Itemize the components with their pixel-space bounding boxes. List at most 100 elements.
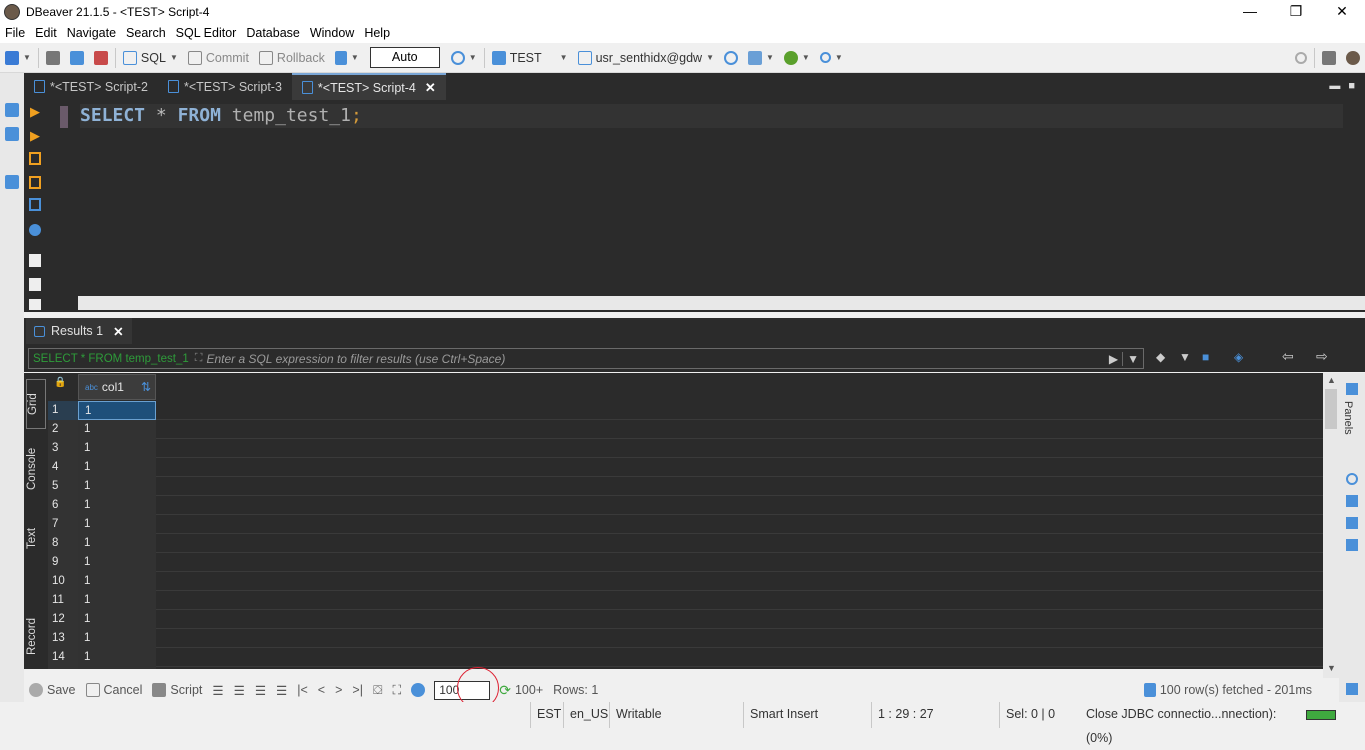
minimize-editor-icon[interactable]: ▬ xyxy=(1329,80,1348,100)
table-row[interactable]: 71 xyxy=(48,515,1323,534)
invalidate-button[interactable] xyxy=(65,47,89,69)
filter-settings-icon[interactable]: ■ xyxy=(1202,350,1209,364)
dbeaver-perspective-button[interactable] xyxy=(1341,47,1365,69)
fetch-all-button[interactable]: ⛶ xyxy=(387,683,406,698)
search-tool-button[interactable]: ▼ xyxy=(815,47,848,69)
tab-script-2[interactable]: *<TEST> Script-2 xyxy=(24,73,158,100)
cancel-button[interactable]: Cancel xyxy=(81,683,148,697)
schema-selector[interactable]: usr_senthidx@gdw ▼ xyxy=(573,47,719,69)
table-row[interactable]: 31 xyxy=(48,439,1323,458)
sql-editor-button[interactable]: SQL ▼ xyxy=(118,47,183,69)
row-number[interactable]: 6 xyxy=(48,496,78,515)
table-cell[interactable]: 1 xyxy=(78,515,156,534)
export-button[interactable]: ▼ xyxy=(743,47,779,69)
refresh-button[interactable]: ⟳ 100+ xyxy=(494,682,548,699)
global-search-button[interactable] xyxy=(1290,47,1312,69)
filter-input[interactable]: SELECT * FROM temp_test_1 ⛶ Enter a SQL … xyxy=(28,348,1144,369)
tab-results-1[interactable]: Results 1 ✕ xyxy=(26,318,132,344)
previous-button[interactable]: < xyxy=(313,683,330,697)
bug-button[interactable]: ▼ xyxy=(779,47,815,69)
datasource-selector[interactable]: TEST ▼ xyxy=(487,47,573,69)
table-row[interactable]: 51 xyxy=(48,477,1323,496)
row-number[interactable]: 8 xyxy=(48,534,78,553)
row-number[interactable]: 5 xyxy=(48,477,78,496)
tab-record[interactable]: Record xyxy=(26,613,46,659)
load-plan-icon[interactable] xyxy=(29,224,41,236)
table-row[interactable]: 91 xyxy=(48,553,1323,572)
panels-icon[interactable] xyxy=(1346,383,1358,395)
export-data-icon[interactable] xyxy=(29,254,41,267)
table-cell[interactable]: 1 xyxy=(78,439,156,458)
connect-button[interactable] xyxy=(41,47,65,69)
settings-button[interactable] xyxy=(406,683,430,697)
tab-script-3[interactable]: *<TEST> Script-3 xyxy=(158,73,292,100)
row-number[interactable]: 12 xyxy=(48,610,78,629)
execute-script-icon[interactable] xyxy=(29,152,41,165)
execute-statement-icon[interactable]: ▶ xyxy=(30,104,40,120)
value-viewer-icon[interactable] xyxy=(1346,473,1358,485)
execute-script-new-tab-icon[interactable] xyxy=(29,176,41,189)
table-cell[interactable]: 1 xyxy=(78,477,156,496)
apply-filter-icon[interactable]: ▶ xyxy=(1105,352,1122,366)
row-number[interactable]: 14 xyxy=(48,648,78,667)
forward-icon[interactable]: ⇨ xyxy=(1316,348,1328,365)
maximize-editor-icon[interactable]: ■ xyxy=(1348,80,1365,100)
row-number[interactable]: 9 xyxy=(48,553,78,572)
table-cell[interactable]: 1 xyxy=(78,420,156,439)
row-number[interactable]: 3 xyxy=(48,439,78,458)
perspective-button[interactable] xyxy=(1317,47,1341,69)
table-row[interactable]: 151 xyxy=(48,667,1323,669)
table-cell[interactable]: 1 xyxy=(78,648,156,667)
next-button[interactable]: > xyxy=(330,683,347,697)
sql-editor[interactable]: ▶ ▶ SELECT * FROM temp_test_1; xyxy=(24,100,1365,312)
restore-button[interactable]: ❐ xyxy=(1273,0,1319,23)
table-cell[interactable]: 1 xyxy=(78,553,156,572)
table-row[interactable]: 14 1 xyxy=(48,648,1323,667)
rollback-button[interactable]: Rollback xyxy=(254,47,330,69)
aggregate-icon[interactable] xyxy=(1346,495,1358,507)
explain-plan-icon[interactable] xyxy=(29,198,41,211)
last-page-button[interactable]: >| xyxy=(347,683,368,697)
tab-console[interactable]: Console xyxy=(26,441,46,497)
table-row[interactable]: 11 xyxy=(48,401,1323,420)
menu-database[interactable]: Database xyxy=(241,26,305,40)
refresh-filter-icon[interactable]: ◈ xyxy=(1234,350,1243,364)
commit-button[interactable]: Commit xyxy=(183,47,254,69)
grid-vertical-scrollbar[interactable]: ▲ ▼ xyxy=(1323,373,1339,678)
row-number[interactable]: 7 xyxy=(48,515,78,534)
table-cell[interactable]: 1 xyxy=(78,591,156,610)
close-results-icon[interactable]: ✕ xyxy=(113,324,123,339)
fetch-page-button[interactable]: ⛋ xyxy=(368,683,388,698)
table-cell[interactable]: 1 xyxy=(78,458,156,477)
outline-icon[interactable] xyxy=(5,175,19,189)
copy-row-button[interactable]: ☰ xyxy=(250,683,271,698)
row-number[interactable]: 4 xyxy=(48,458,78,477)
sort-icon[interactable]: ⇅ xyxy=(141,380,155,394)
menu-help[interactable]: Help xyxy=(359,26,395,40)
table-row[interactable]: 21 xyxy=(48,420,1323,439)
menu-navigate[interactable]: Navigate xyxy=(62,26,121,40)
close-tab-icon[interactable]: ✕ xyxy=(425,80,436,96)
history-button[interactable]: ▼ xyxy=(446,47,482,69)
navigator-icon[interactable] xyxy=(5,103,19,117)
delete-row-button[interactable]: ☰ xyxy=(271,683,292,698)
script-button[interactable]: Script xyxy=(147,683,207,697)
column-header-col1[interactable]: abc col1 ⇅ xyxy=(78,374,156,400)
table-cell[interactable]: 1 xyxy=(78,496,156,515)
first-page-button[interactable]: |< xyxy=(292,683,313,697)
expand-icon[interactable]: ⛶ xyxy=(195,352,203,365)
table-row[interactable]: 10 1 xyxy=(48,572,1323,591)
table-cell[interactable]: 1 xyxy=(78,667,156,669)
table-cell[interactable]: 1 xyxy=(78,534,156,553)
execute-new-tab-icon[interactable]: ▶ xyxy=(30,128,40,144)
table-cell[interactable]: 1 xyxy=(78,610,156,629)
table-cell[interactable]: 1 xyxy=(78,572,156,591)
row-number[interactable]: 15 xyxy=(48,667,78,669)
open-file-icon[interactable] xyxy=(29,278,41,291)
filter-icon[interactable]: ▼ xyxy=(1179,350,1191,364)
menu-window[interactable]: Window xyxy=(305,26,359,40)
save-file-icon[interactable] xyxy=(29,299,41,310)
panels-label[interactable]: Panels xyxy=(1342,401,1354,435)
grouping-icon[interactable] xyxy=(1346,539,1358,551)
row-number[interactable]: 10 xyxy=(48,572,78,591)
